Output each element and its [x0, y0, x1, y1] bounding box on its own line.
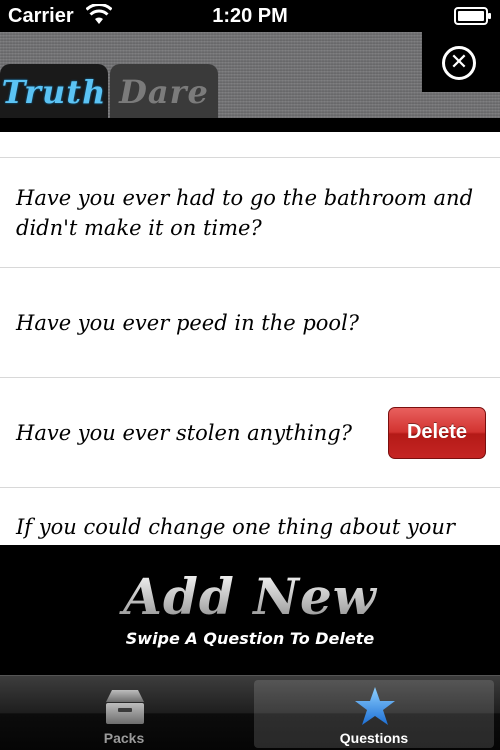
star-icon — [355, 687, 395, 725]
list-item-partial — [0, 132, 500, 158]
box-icon — [106, 690, 144, 724]
swipe-hint-label: Swipe A Question To Delete — [125, 629, 375, 648]
tab-packs[interactable]: Packs — [4, 680, 244, 748]
tab-dare[interactable]: Dare — [110, 64, 218, 118]
list-item[interactable]: Have you ever peed in the pool? — [0, 268, 500, 378]
add-new-button[interactable]: Add New — [110, 567, 390, 637]
question-text: If you could change one thing about your — [16, 515, 456, 539]
add-new-panel: Add New Swipe A Question To Delete — [0, 545, 500, 675]
list-item[interactable]: Have you ever had to go the bathroom and… — [0, 158, 500, 268]
list-item[interactable]: If you could change one thing about your — [0, 488, 500, 545]
delete-button[interactable]: Delete — [388, 406, 486, 459]
question-list[interactable]: Have you ever had to go the bathroom and… — [0, 132, 500, 545]
question-text: Have you ever stolen anything? — [16, 420, 352, 445]
tab-truth[interactable]: Truth — [0, 64, 108, 118]
close-button[interactable]: ✕ — [422, 32, 500, 92]
list-item[interactable]: Have you ever stolen anything? Delete — [0, 378, 500, 488]
clock-label: 1:20 PM — [212, 5, 288, 27]
close-icon[interactable]: ✕ — [442, 46, 476, 80]
header-bar: Truth Dare ✕ — [0, 32, 500, 132]
header-divider — [0, 118, 500, 132]
question-text: Have you ever had to go the bathroom and… — [16, 185, 474, 240]
tab-packs-label: Packs — [103, 730, 145, 746]
battery-icon — [454, 7, 491, 25]
tab-bar: Packs Questions — [0, 675, 500, 750]
tab-questions[interactable]: Questions — [254, 680, 494, 748]
question-text: Have you ever peed in the pool? — [16, 310, 360, 335]
tab-questions-label: Questions — [339, 730, 409, 746]
status-bar: Carrier 1:20 PM — [0, 0, 500, 32]
